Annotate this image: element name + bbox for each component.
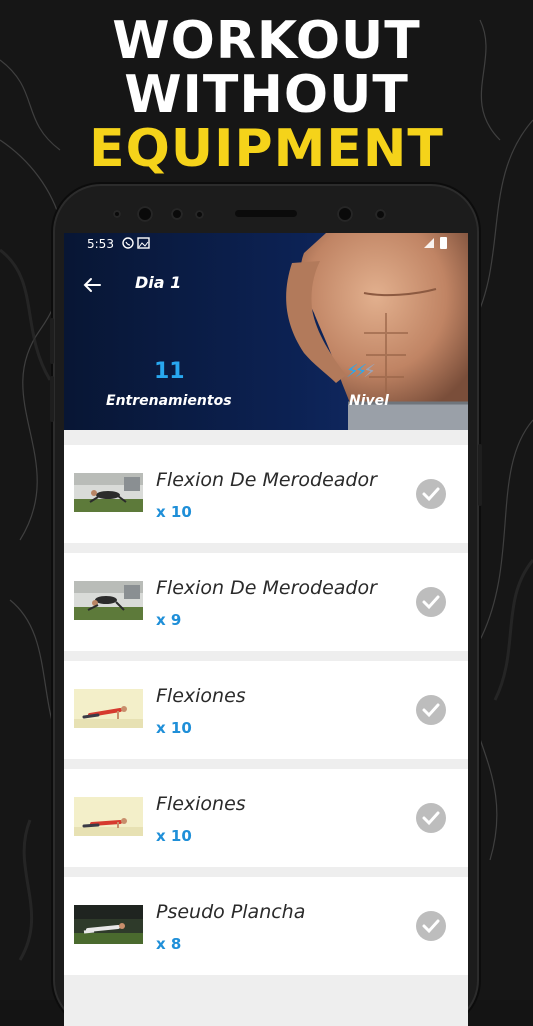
front-camera bbox=[137, 206, 153, 222]
completed-check-icon[interactable] bbox=[416, 587, 446, 617]
exercise-thumbnail bbox=[74, 581, 143, 620]
headline-line-1: WORKOUT bbox=[112, 11, 421, 71]
exercise-name: Flexiones bbox=[156, 685, 246, 707]
completed-check-icon[interactable] bbox=[416, 911, 446, 941]
sensor-dot bbox=[113, 210, 121, 218]
level-bolt-icon: ⚡⚡⚡ bbox=[346, 361, 376, 382]
day-header: 5:53 Dia 1 11 Entrenamientos ⚡⚡⚡ Nivel bbox=[64, 233, 468, 430]
level-label: Nivel bbox=[349, 393, 389, 409]
phone-screen: 5:53 Dia 1 11 Entrenamientos ⚡⚡⚡ Nivel F… bbox=[64, 233, 468, 1026]
exercise-card[interactable]: Flexiones x 10 bbox=[64, 769, 468, 867]
volume-down-button bbox=[50, 376, 54, 422]
exercise-thumbnail bbox=[74, 473, 143, 512]
exercise-card[interactable]: Flexion De Merodeador x 9 bbox=[64, 553, 468, 651]
sensor-dot bbox=[171, 208, 183, 220]
phone-frame: 5:53 Dia 1 11 Entrenamientos ⚡⚡⚡ Nivel F… bbox=[50, 186, 482, 1026]
exercise-reps: x 10 bbox=[156, 827, 192, 845]
exercise-thumbnail bbox=[74, 905, 143, 944]
exercise-reps: x 10 bbox=[156, 719, 192, 737]
front-camera-2 bbox=[337, 206, 353, 222]
power-button bbox=[478, 444, 482, 506]
status-signal-battery bbox=[420, 236, 450, 253]
status-bar: 5:53 bbox=[64, 233, 468, 255]
exercise-name: Flexiones bbox=[156, 793, 246, 815]
exercise-reps: x 8 bbox=[156, 935, 182, 953]
exercise-thumbnail bbox=[74, 689, 143, 728]
exercise-name: Flexion De Merodeador bbox=[156, 577, 377, 599]
workouts-label: Entrenamientos bbox=[106, 393, 232, 409]
volume-up-button bbox=[50, 318, 54, 364]
exercise-card[interactable]: Pseudo Plancha x 8 bbox=[64, 877, 468, 975]
headline-line-3: EQUIPMENT bbox=[89, 119, 444, 179]
page-title: Dia 1 bbox=[135, 273, 182, 292]
earpiece-speaker bbox=[235, 210, 297, 217]
exercise-card[interactable]: Flexiones x 10 bbox=[64, 661, 468, 759]
headline-line-2: WITHOUT bbox=[124, 65, 409, 125]
status-time: 5:53 bbox=[87, 237, 114, 251]
sensor-dot bbox=[195, 210, 204, 219]
workouts-count: 11 bbox=[154, 359, 185, 384]
promo-headline: WORKOUT WITHOUT EQUIPMENT bbox=[0, 14, 533, 176]
exercise-reps: x 9 bbox=[156, 611, 182, 629]
exercise-reps: x 10 bbox=[156, 503, 192, 521]
exercise-name: Flexion De Merodeador bbox=[156, 469, 377, 491]
completed-check-icon[interactable] bbox=[416, 803, 446, 833]
sensor-dot bbox=[375, 209, 386, 220]
completed-check-icon[interactable] bbox=[416, 479, 446, 509]
exercise-thumbnail bbox=[74, 797, 143, 836]
back-arrow-icon[interactable] bbox=[82, 275, 102, 295]
notification-icons bbox=[122, 236, 152, 253]
completed-check-icon[interactable] bbox=[416, 695, 446, 725]
phone-top-bezel bbox=[55, 186, 477, 234]
exercise-name: Pseudo Plancha bbox=[156, 901, 306, 923]
exercise-card[interactable]: Flexion De Merodeador x 10 bbox=[64, 445, 468, 543]
